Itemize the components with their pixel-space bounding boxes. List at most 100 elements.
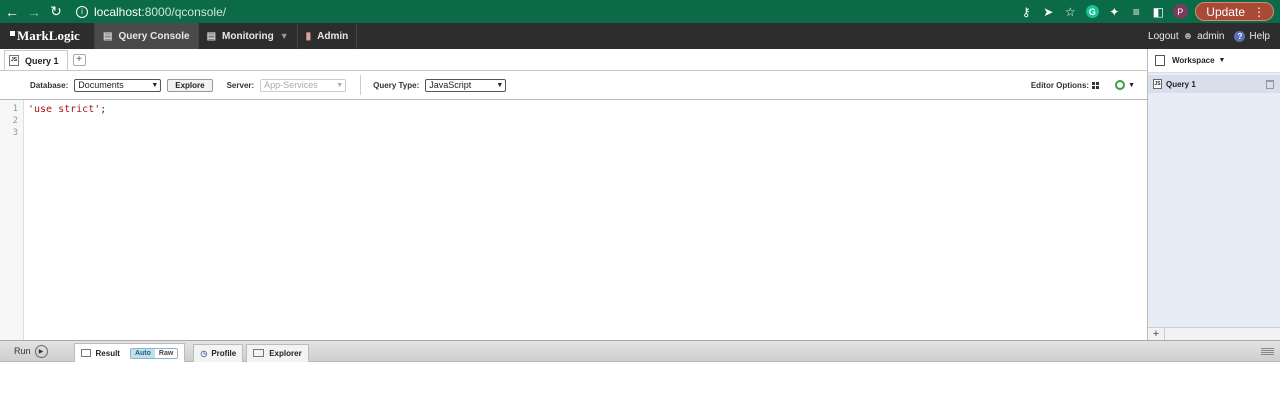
tab-result[interactable]: Result Auto Raw <box>73 343 186 362</box>
editor-options-label: Editor Options: <box>1030 80 1090 90</box>
tab-monitoring[interactable]: ▤ Monitoring ▼ <box>197 23 297 49</box>
history-dropdown-icon[interactable]: ▼ <box>1128 82 1135 89</box>
site-info-icon[interactable]: i <box>76 5 88 18</box>
auto-toggle[interactable]: Auto <box>130 348 155 358</box>
tab-explorer-label: Explorer <box>269 348 302 358</box>
extensions-puzzle-icon[interactable]: ✦ <box>1103 2 1125 21</box>
code-line-1[interactable]: 'use strict'; <box>28 104 106 115</box>
raw-toggle[interactable]: Raw <box>154 348 178 358</box>
logout-link[interactable]: Logout <box>1148 31 1179 42</box>
chevron-down-icon: ▼ <box>496 81 504 89</box>
query-type-select-value: JavaScript <box>429 80 472 90</box>
admin-icon: ▮ <box>305 30 312 42</box>
server-select-value: App-Services <box>264 80 318 90</box>
javascript-file-icon: JS <box>1153 79 1162 89</box>
query-type-label: Query Type: <box>373 80 420 90</box>
tab-query-1[interactable]: JS Query 1 <box>4 50 68 70</box>
line-number: 2 <box>12 116 18 126</box>
back-arrow-icon[interactable]: ← <box>2 2 22 22</box>
url-host: localhost <box>94 4 142 19</box>
add-query-button[interactable]: + <box>1148 328 1165 340</box>
result-icon <box>80 349 91 357</box>
toolbar-divider <box>360 75 362 95</box>
star-icon[interactable]: ☆ <box>1059 2 1081 21</box>
workspace-header[interactable]: Workspace ▼ <box>1148 49 1280 73</box>
chevron-down-icon: ▼ <box>336 81 344 89</box>
address-bar[interactable]: i localhost:8000/qconsole/ <box>76 2 226 21</box>
query-options-toolbar: Database: Documents ▼ Explore Server: App… <box>0 71 1147 100</box>
code-string: 'use strict' <box>28 104 101 115</box>
run-label: Run <box>14 346 31 356</box>
side-panel-icon[interactable]: ◧ <box>1147 2 1169 21</box>
profile-icon: ◷ <box>200 348 208 358</box>
update-label: Update <box>1206 4 1245 19</box>
query-type-select[interactable]: JavaScript ▼ <box>425 78 507 92</box>
tab-explorer[interactable]: Explorer <box>246 343 309 362</box>
key-icon[interactable]: ⚷ <box>1015 2 1037 21</box>
monitor-icon: ▤ <box>103 30 113 42</box>
workspace-panel: Workspace ▼ JS Query 1 + <box>1147 49 1280 340</box>
javascript-file-icon: JS <box>9 55 19 66</box>
tab-divider <box>356 23 358 49</box>
server-label: Server: <box>226 80 255 90</box>
explore-button[interactable]: Explore <box>167 78 213 92</box>
workspace-icon <box>1155 55 1165 66</box>
chevron-down-icon: ▼ <box>151 81 159 89</box>
tab-result-label: Result <box>95 348 120 358</box>
chevron-down-icon[interactable]: ▼ <box>1219 57 1226 64</box>
explorer-icon <box>253 349 265 357</box>
code-editor[interactable]: 1 2 3 'use strict'; <box>0 100 1147 340</box>
tab-monitoring-label: Monitoring <box>222 30 274 42</box>
run-button[interactable]: Run ▶ <box>14 344 48 358</box>
user-icon: ☻ <box>1182 30 1194 42</box>
database-select[interactable]: Documents ▼ <box>74 78 162 92</box>
reading-list-icon[interactable]: ≡ <box>1125 2 1147 21</box>
workspace-item-query-1[interactable]: JS Query 1 <box>1148 75 1280 93</box>
update-button[interactable]: Update ⋮ <box>1195 2 1274 21</box>
username: admin <box>1197 30 1225 42</box>
workspace-title: Workspace <box>1172 56 1215 65</box>
tab-query-console-label: Query Console <box>118 30 190 42</box>
workspace-item-label: Query 1 <box>1166 79 1196 89</box>
history-icon[interactable] <box>1115 80 1126 90</box>
help-icon[interactable]: ? <box>1234 30 1246 42</box>
grammarly-icon: G <box>1085 5 1099 18</box>
url-path: :8000/qconsole/ <box>141 4 227 19</box>
results-toolbar: Run ▶ Result Auto Raw ◷ Profile Explorer <box>0 340 1280 362</box>
dropdown-triangle-icon[interactable]: ▼ <box>280 31 289 41</box>
menu-lines-icon[interactable] <box>1261 347 1274 355</box>
tab-admin[interactable]: ▮ Admin <box>296 23 357 49</box>
trash-icon[interactable] <box>1266 79 1274 89</box>
forward-arrow-icon[interactable]: → <box>24 2 44 22</box>
profile-avatar: P <box>1172 4 1188 19</box>
tab-query-console[interactable]: ▤ Query Console <box>94 23 198 49</box>
server-select: App-Services ▼ <box>260 78 347 92</box>
result-format-toggle: Auto Raw <box>129 347 179 359</box>
logo-text: MarkLogic <box>17 28 80 43</box>
more-vertical-icon: ⋮ <box>1253 4 1265 19</box>
add-query-tab-button[interactable]: + <box>72 54 86 66</box>
tab-admin-label: Admin <box>317 30 349 42</box>
app-nav-bar: MarkLogic ▤ Query Console ▤ Monitoring ▼… <box>0 23 1280 49</box>
play-icon: ▶ <box>34 344 48 358</box>
browser-toolbar: ← → ↻ i localhost:8000/qconsole/ ⚷ ➤ ☆ G… <box>0 0 1280 23</box>
chart-icon: ▤ <box>206 30 217 42</box>
help-link[interactable]: Help <box>1249 31 1270 42</box>
code-semicolon: ; <box>100 104 107 115</box>
reload-icon[interactable]: ↻ <box>46 2 66 22</box>
send-icon[interactable]: ➤ <box>1037 2 1059 21</box>
workspace-footer: + <box>1148 327 1280 340</box>
line-number-gutter: 1 2 3 <box>0 100 24 340</box>
profile-button[interactable]: P <box>1169 2 1191 21</box>
tab-query-1-label: Query 1 <box>25 55 59 66</box>
database-select-value: Documents <box>78 80 124 90</box>
line-number: 1 <box>12 104 18 114</box>
line-number: 3 <box>12 128 18 138</box>
tab-profile[interactable]: ◷ Profile <box>193 343 244 362</box>
tab-profile-label: Profile <box>211 348 237 358</box>
database-label: Database: <box>30 80 69 90</box>
marklogic-logo: MarkLogic <box>0 23 94 49</box>
editor-layout-icon[interactable] <box>1092 81 1100 89</box>
grammarly-extension-icon[interactable]: G <box>1081 2 1103 21</box>
query-tab-bar: JS Query 1 + <box>0 49 1147 71</box>
